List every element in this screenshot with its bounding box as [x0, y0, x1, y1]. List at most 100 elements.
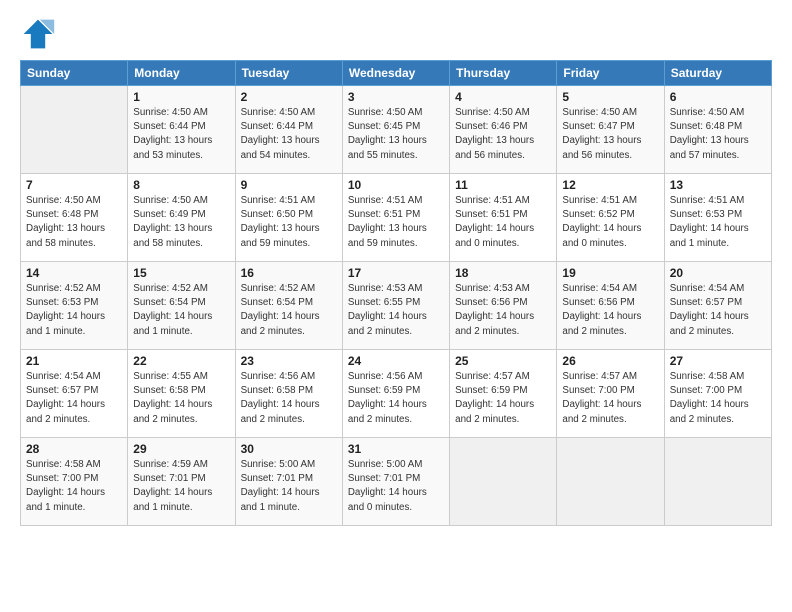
cell-sunset: Sunset: 6:55 PM — [348, 296, 444, 310]
calendar-cell: 13 Sunrise: 4:51 AM Sunset: 6:53 PM Dayl… — [664, 174, 771, 262]
calendar-cell: 4 Sunrise: 4:50 AM Sunset: 6:46 PM Dayli… — [450, 86, 557, 174]
cell-sunrise: Sunrise: 4:52 AM — [26, 282, 122, 296]
calendar-header: SundayMondayTuesdayWednesdayThursdayFrid… — [21, 61, 772, 86]
cell-sunset: Sunset: 6:59 PM — [348, 384, 444, 398]
cell-info: Sunrise: 4:51 AM Sunset: 6:53 PM Dayligh… — [670, 194, 766, 251]
calendar-cell — [21, 86, 128, 174]
cell-day-number: 29 — [133, 442, 229, 456]
cell-day-number: 10 — [348, 178, 444, 192]
calendar-cell: 21 Sunrise: 4:54 AM Sunset: 6:57 PM Dayl… — [21, 350, 128, 438]
cell-sunrise: Sunrise: 4:53 AM — [455, 282, 551, 296]
cell-day-number: 8 — [133, 178, 229, 192]
cell-day-number: 6 — [670, 90, 766, 104]
cell-daylight: Daylight: 14 hours and 2 minutes. — [670, 398, 766, 426]
calendar-cell: 8 Sunrise: 4:50 AM Sunset: 6:49 PM Dayli… — [128, 174, 235, 262]
cell-sunrise: Sunrise: 4:51 AM — [670, 194, 766, 208]
calendar-week-row: 14 Sunrise: 4:52 AM Sunset: 6:53 PM Dayl… — [21, 262, 772, 350]
cell-sunrise: Sunrise: 4:50 AM — [241, 106, 337, 120]
cell-info: Sunrise: 4:50 AM Sunset: 6:49 PM Dayligh… — [133, 194, 229, 251]
weekday-header: Thursday — [450, 61, 557, 86]
calendar-cell: 7 Sunrise: 4:50 AM Sunset: 6:48 PM Dayli… — [21, 174, 128, 262]
cell-daylight: Daylight: 14 hours and 2 minutes. — [455, 398, 551, 426]
cell-sunset: Sunset: 6:51 PM — [348, 208, 444, 222]
cell-info: Sunrise: 4:50 AM Sunset: 6:46 PM Dayligh… — [455, 106, 551, 163]
calendar-cell: 3 Sunrise: 4:50 AM Sunset: 6:45 PM Dayli… — [342, 86, 449, 174]
cell-day-number: 9 — [241, 178, 337, 192]
cell-sunrise: Sunrise: 4:54 AM — [670, 282, 766, 296]
cell-sunrise: Sunrise: 4:59 AM — [133, 458, 229, 472]
cell-info: Sunrise: 4:55 AM Sunset: 6:58 PM Dayligh… — [133, 370, 229, 427]
cell-sunrise: Sunrise: 4:56 AM — [348, 370, 444, 384]
cell-sunrise: Sunrise: 5:00 AM — [348, 458, 444, 472]
cell-sunrise: Sunrise: 4:51 AM — [562, 194, 658, 208]
cell-info: Sunrise: 4:59 AM Sunset: 7:01 PM Dayligh… — [133, 458, 229, 515]
cell-info: Sunrise: 4:50 AM Sunset: 6:47 PM Dayligh… — [562, 106, 658, 163]
cell-day-number: 14 — [26, 266, 122, 280]
calendar-table: SundayMondayTuesdayWednesdayThursdayFrid… — [20, 60, 772, 526]
cell-day-number: 5 — [562, 90, 658, 104]
cell-sunset: Sunset: 6:54 PM — [241, 296, 337, 310]
weekday-header: Sunday — [21, 61, 128, 86]
calendar-cell: 6 Sunrise: 4:50 AM Sunset: 6:48 PM Dayli… — [664, 86, 771, 174]
weekday-header: Wednesday — [342, 61, 449, 86]
cell-day-number: 11 — [455, 178, 551, 192]
cell-sunset: Sunset: 6:52 PM — [562, 208, 658, 222]
calendar-cell: 12 Sunrise: 4:51 AM Sunset: 6:52 PM Dayl… — [557, 174, 664, 262]
cell-sunset: Sunset: 6:44 PM — [133, 120, 229, 134]
cell-info: Sunrise: 4:52 AM Sunset: 6:53 PM Dayligh… — [26, 282, 122, 339]
cell-day-number: 21 — [26, 354, 122, 368]
calendar-cell: 15 Sunrise: 4:52 AM Sunset: 6:54 PM Dayl… — [128, 262, 235, 350]
cell-daylight: Daylight: 14 hours and 2 minutes. — [348, 310, 444, 338]
cell-sunrise: Sunrise: 4:54 AM — [562, 282, 658, 296]
cell-daylight: Daylight: 14 hours and 2 minutes. — [241, 398, 337, 426]
cell-sunset: Sunset: 6:51 PM — [455, 208, 551, 222]
cell-daylight: Daylight: 14 hours and 2 minutes. — [241, 310, 337, 338]
cell-info: Sunrise: 4:50 AM Sunset: 6:44 PM Dayligh… — [133, 106, 229, 163]
cell-sunrise: Sunrise: 4:51 AM — [348, 194, 444, 208]
calendar-cell — [557, 438, 664, 526]
header — [20, 16, 772, 52]
cell-sunset: Sunset: 7:01 PM — [348, 472, 444, 486]
cell-sunrise: Sunrise: 4:51 AM — [455, 194, 551, 208]
cell-info: Sunrise: 5:00 AM Sunset: 7:01 PM Dayligh… — [348, 458, 444, 515]
cell-daylight: Daylight: 13 hours and 56 minutes. — [455, 134, 551, 162]
page: SundayMondayTuesdayWednesdayThursdayFrid… — [0, 0, 792, 612]
cell-sunset: Sunset: 6:59 PM — [455, 384, 551, 398]
cell-daylight: Daylight: 13 hours and 59 minutes. — [348, 222, 444, 250]
cell-info: Sunrise: 4:50 AM Sunset: 6:48 PM Dayligh… — [670, 106, 766, 163]
cell-daylight: Daylight: 14 hours and 2 minutes. — [26, 398, 122, 426]
cell-sunrise: Sunrise: 4:53 AM — [348, 282, 444, 296]
calendar-cell: 19 Sunrise: 4:54 AM Sunset: 6:56 PM Dayl… — [557, 262, 664, 350]
cell-info: Sunrise: 4:51 AM Sunset: 6:50 PM Dayligh… — [241, 194, 337, 251]
cell-day-number: 31 — [348, 442, 444, 456]
cell-sunset: Sunset: 6:48 PM — [670, 120, 766, 134]
cell-sunset: Sunset: 7:01 PM — [241, 472, 337, 486]
cell-sunset: Sunset: 6:46 PM — [455, 120, 551, 134]
cell-day-number: 25 — [455, 354, 551, 368]
cell-day-number: 18 — [455, 266, 551, 280]
cell-daylight: Daylight: 14 hours and 1 minute. — [133, 310, 229, 338]
calendar-cell: 29 Sunrise: 4:59 AM Sunset: 7:01 PM Dayl… — [128, 438, 235, 526]
cell-info: Sunrise: 4:52 AM Sunset: 6:54 PM Dayligh… — [133, 282, 229, 339]
cell-daylight: Daylight: 13 hours and 55 minutes. — [348, 134, 444, 162]
cell-info: Sunrise: 4:50 AM Sunset: 6:44 PM Dayligh… — [241, 106, 337, 163]
cell-day-number: 12 — [562, 178, 658, 192]
cell-daylight: Daylight: 13 hours and 58 minutes. — [26, 222, 122, 250]
cell-daylight: Daylight: 14 hours and 1 minute. — [26, 310, 122, 338]
cell-day-number: 22 — [133, 354, 229, 368]
cell-sunrise: Sunrise: 4:58 AM — [670, 370, 766, 384]
cell-sunrise: Sunrise: 4:50 AM — [133, 106, 229, 120]
cell-info: Sunrise: 4:57 AM Sunset: 7:00 PM Dayligh… — [562, 370, 658, 427]
cell-sunset: Sunset: 6:50 PM — [241, 208, 337, 222]
cell-info: Sunrise: 4:54 AM Sunset: 6:57 PM Dayligh… — [670, 282, 766, 339]
cell-sunrise: Sunrise: 4:57 AM — [455, 370, 551, 384]
cell-daylight: Daylight: 14 hours and 2 minutes. — [348, 398, 444, 426]
cell-sunrise: Sunrise: 5:00 AM — [241, 458, 337, 472]
calendar-cell: 11 Sunrise: 4:51 AM Sunset: 6:51 PM Dayl… — [450, 174, 557, 262]
calendar-cell: 20 Sunrise: 4:54 AM Sunset: 6:57 PM Dayl… — [664, 262, 771, 350]
cell-info: Sunrise: 4:52 AM Sunset: 6:54 PM Dayligh… — [241, 282, 337, 339]
cell-daylight: Daylight: 13 hours and 57 minutes. — [670, 134, 766, 162]
cell-info: Sunrise: 4:54 AM Sunset: 6:56 PM Dayligh… — [562, 282, 658, 339]
cell-day-number: 17 — [348, 266, 444, 280]
cell-sunset: Sunset: 6:45 PM — [348, 120, 444, 134]
